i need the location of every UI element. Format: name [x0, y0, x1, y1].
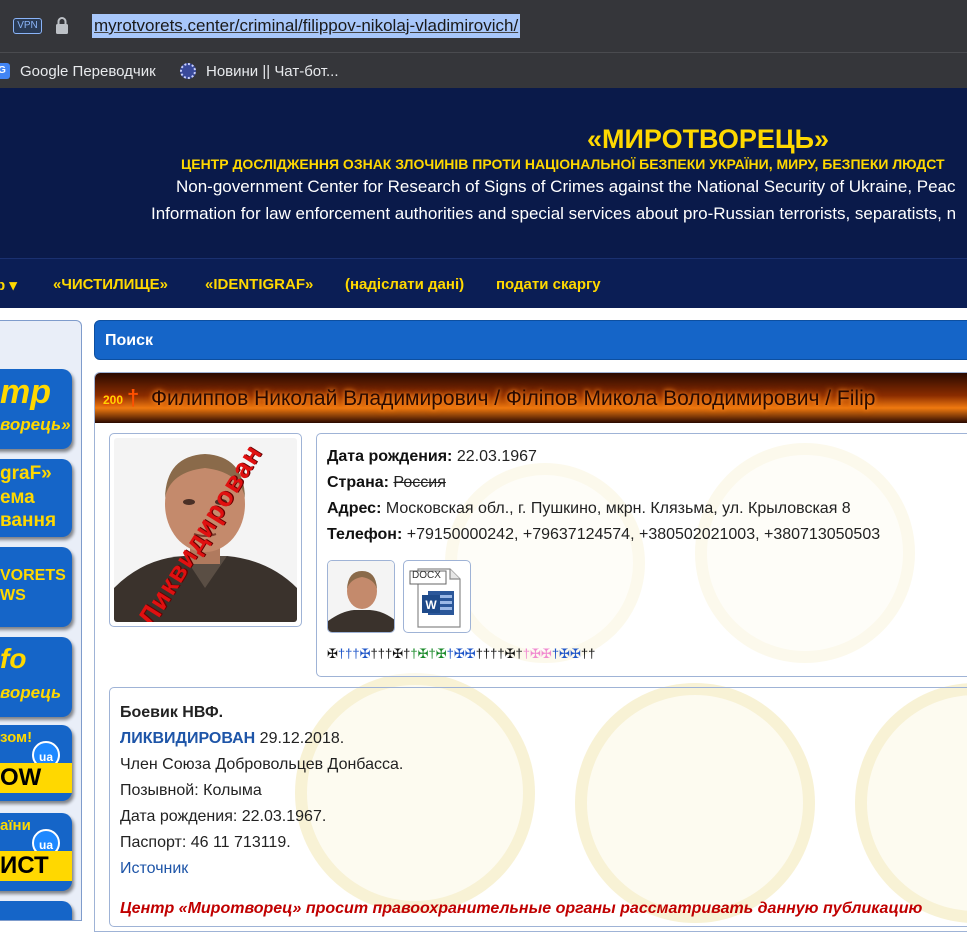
- search-title: Поиск: [105, 332, 154, 349]
- sidebar-tile-line: fo: [0, 643, 27, 674]
- sidebar-tile-strip: ИСТ: [0, 851, 72, 881]
- sidebar-tile-line: аїни: [0, 817, 31, 834]
- source-link[interactable]: Источник: [120, 860, 188, 878]
- birth-line: Дата рождения: 22.03.1967: [327, 448, 537, 466]
- phone-line: Телефон: +79150000242, +79637124574, +38…: [327, 526, 880, 544]
- bookmark-news-bot[interactable]: Новини || Чат-бот...: [180, 59, 339, 83]
- warning-text: Центр «Миротворец» просит правоохранител…: [120, 900, 923, 917]
- bookmark-google-translate[interactable]: G Google Переводчик: [0, 59, 156, 83]
- sidebar-tile-line: ворець: [0, 683, 62, 702]
- address-value: Московская обл., г. Пушкино, мкрн. Клязь…: [385, 500, 851, 517]
- sidebar-tile-news[interactable]: VORETS WS: [0, 547, 72, 627]
- photo-thumbnail[interactable]: [327, 560, 395, 633]
- site-header: «МИРОТВОРЕЦЬ» ЦЕНТР ДОСЛІДЖЕННЯ ОЗНАК ЗЛ…: [0, 88, 967, 258]
- sidebar-tile-line: зом!: [0, 729, 33, 746]
- sidebar-tile-line: тр: [0, 373, 51, 411]
- search-panel[interactable]: Поиск: [94, 320, 967, 360]
- news-bot-icon: [180, 63, 196, 79]
- site-description-line-1: Non-government Center for Research of Si…: [176, 177, 956, 196]
- passport-line: Паспорт: 46 11 713119.: [120, 834, 291, 851]
- country-label: Страна:: [327, 474, 389, 491]
- record-name: Филиппов Николай Владимирович / Філіпов …: [151, 387, 876, 410]
- bookmarks-bar: G Google Переводчик Новини || Чат-бот...: [0, 52, 967, 88]
- bookmark-label: Google Переводчик: [20, 62, 156, 80]
- sidebar-tile-ua-list[interactable]: аїни ua ИСТ: [0, 813, 72, 891]
- role-line: Боевик НВФ.: [120, 704, 224, 721]
- site-description-line-2: Information for law enforcement authorit…: [151, 204, 957, 223]
- sidebar-tile-line: ворець»: [0, 415, 71, 434]
- phone-value: +79150000242, +79637124574, +38050202100…: [406, 526, 881, 543]
- site-title[interactable]: «МИРОТВОРЕЦЬ»: [587, 124, 829, 155]
- birth-label: Дата рождения:: [327, 448, 453, 465]
- tag-200: 200: [103, 393, 124, 407]
- sidebar-tile-more[interactable]: [0, 901, 72, 920]
- sidebar-tile-line: ема: [0, 487, 35, 508]
- bookmark-label: Новини || Чат-бот...: [206, 62, 339, 80]
- docx-label: DOCX: [412, 570, 441, 581]
- nav-item-chistilishche[interactable]: «ЧИСТИЛИЩЕ»: [53, 276, 168, 293]
- sidebar-tile-line: WS: [0, 587, 26, 604]
- photo-thumbnail-image: [328, 561, 394, 632]
- info-box: Дата рождения: 22.03.1967 Страна: Россия…: [316, 433, 967, 677]
- sidebar-tile-centr[interactable]: тр ворець»: [0, 369, 72, 449]
- status-line: ЛИКВИДИРОВАН 29.12.2018.: [120, 730, 344, 748]
- nav-item-identigraf[interactable]: «IDENTIGRAF»: [205, 276, 313, 293]
- member-line: Член Союза Добровольцев Донбасса.: [120, 756, 404, 773]
- sidebar-tile-strip: OW: [0, 763, 72, 793]
- nav-item-complaint[interactable]: подати скаргу: [496, 276, 601, 293]
- country-value: Россия: [393, 474, 446, 491]
- site-subtitle: ЦЕНТР ДОСЛІДЖЕННЯ ОЗНАК ЗЛОЧИНІВ ПРОТИ Н…: [181, 156, 945, 172]
- photo-frame[interactable]: Ликвидирован: [109, 433, 302, 627]
- sidebar-tile-info[interactable]: fo ворець: [0, 637, 72, 717]
- callsign-line: Позывной: Колыма: [120, 782, 262, 799]
- cross-tags-row: ✠†††✠†††✠††✠†✠†✠✠††††✠††✠✠†✠✠††: [327, 646, 596, 661]
- sidebar-tile-line: вання: [0, 510, 57, 531]
- sidebar-tile-line: graF»: [0, 463, 52, 484]
- sidebar-tile-line: VORETS: [0, 567, 66, 584]
- sidebar-tile-ua-now[interactable]: зом! ua OW: [0, 725, 72, 801]
- sidebar: тр ворець» graF» ема вання VORETS WS fo …: [0, 320, 82, 921]
- cross-icon: †: [127, 385, 140, 410]
- address-label: Адрес:: [327, 500, 382, 517]
- birth-value: 22.03.1967: [456, 448, 537, 465]
- vpn-badge[interactable]: VPN: [13, 18, 42, 34]
- google-translate-icon: G: [0, 63, 10, 79]
- main-nav: р ▾ «ЧИСТИЛИЩЕ» «IDENTIGRAF» (надіслати …: [0, 258, 967, 308]
- status-label: ЛИКВИДИРОВАН: [120, 730, 256, 747]
- phone-label: Телефон:: [327, 526, 403, 543]
- address-line: Адрес: Московская обл., г. Пушкино, мкрн…: [327, 500, 851, 518]
- svg-text:W: W: [425, 598, 437, 612]
- sidebar-tile-identigraf[interactable]: graF» ема вання: [0, 459, 72, 537]
- birth-detail-line: Дата рождения: 22.03.1967.: [120, 808, 327, 825]
- nav-item-dropdown[interactable]: р ▾: [0, 276, 17, 294]
- browser-address-bar: VPN myrotvorets.center/criminal/filippov…: [0, 0, 967, 52]
- details-box: Боевик НВФ. ЛИКВИДИРОВАН 29.12.2018. Чле…: [109, 687, 967, 927]
- url-field[interactable]: myrotvorets.center/criminal/filippov-nik…: [92, 14, 521, 38]
- docx-attachment[interactable]: W DOCX: [403, 560, 471, 633]
- record-card: 200 † Филиппов Николай Владимирович / Фі…: [94, 372, 967, 932]
- country-line: Страна: Россия: [327, 474, 446, 492]
- nav-item-send-data[interactable]: (надіслати дані): [345, 276, 464, 293]
- status-date: 29.12.2018.: [259, 730, 345, 747]
- lock-icon[interactable]: [55, 16, 69, 36]
- record-header: 200 † Филиппов Николай Владимирович / Фі…: [95, 373, 967, 423]
- person-photo[interactable]: Ликвидирован: [114, 438, 297, 622]
